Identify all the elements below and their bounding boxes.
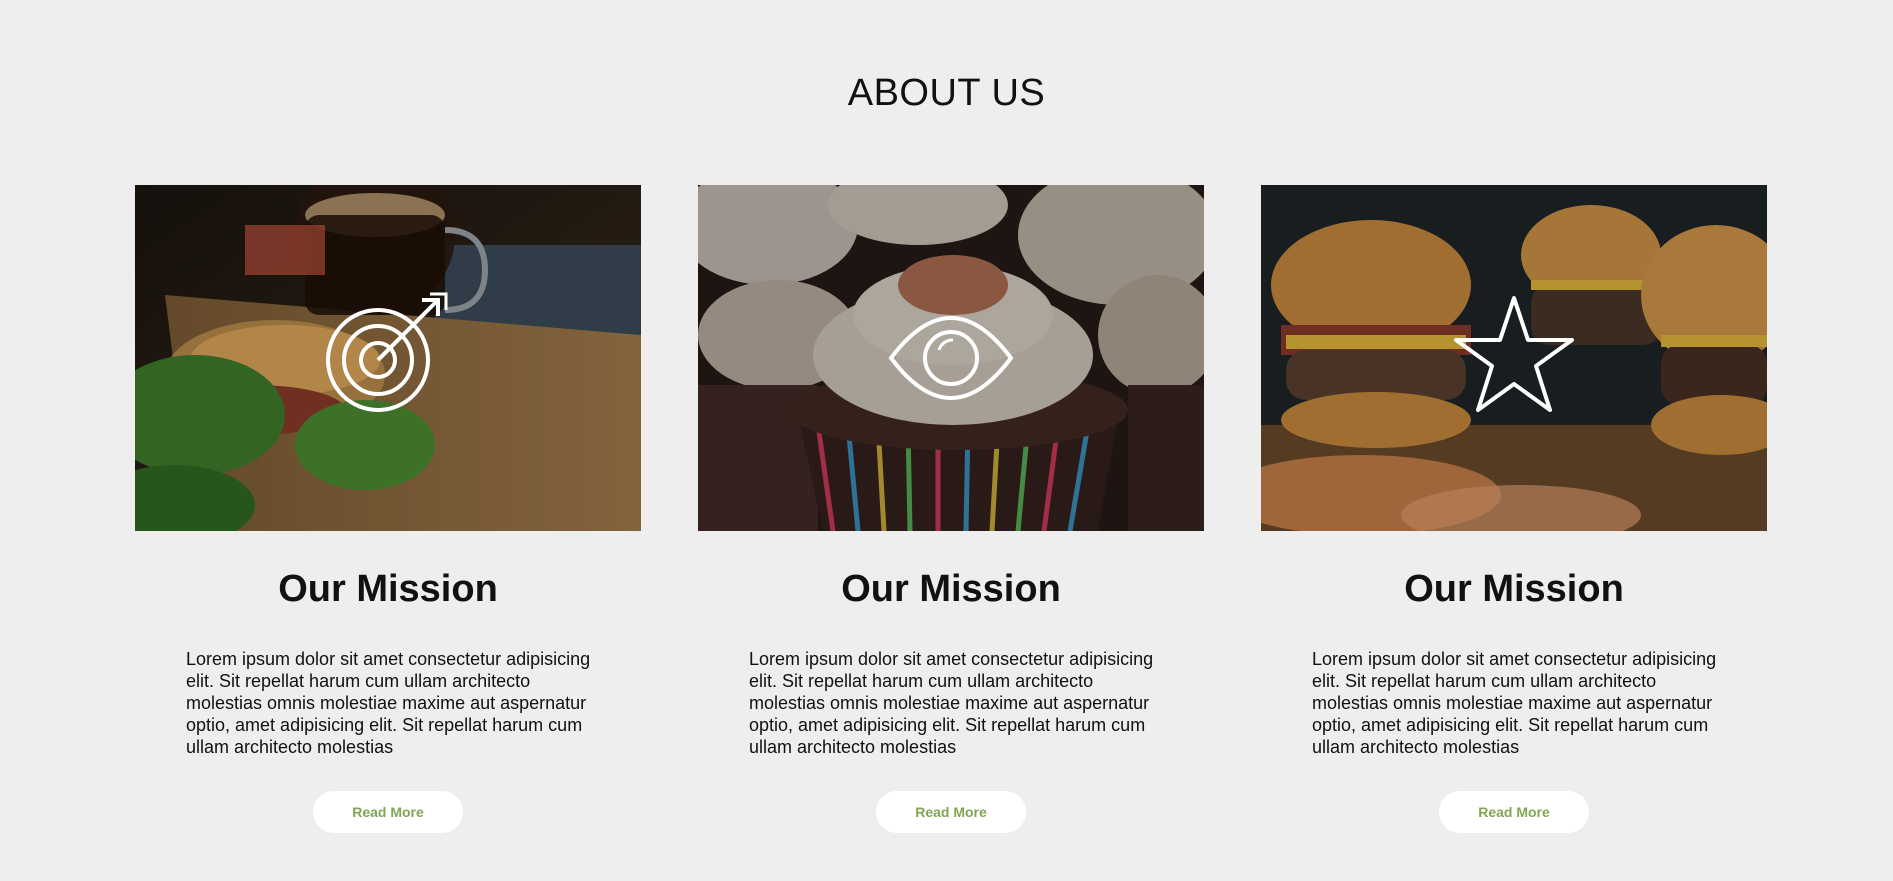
card-description: Lorem ipsum dolor sit amet consectetur a… xyxy=(749,649,1154,757)
about-card-mission-2: Our Mission Lorem ipsum dolor sit amet c… xyxy=(698,185,1204,833)
card-description: Lorem ipsum dolor sit amet consectetur a… xyxy=(1312,649,1717,757)
card-image-cupcakes xyxy=(698,185,1204,531)
target-arrow-icon xyxy=(326,292,448,412)
eye-icon xyxy=(888,316,1014,400)
card-image-burgers xyxy=(1261,185,1767,531)
card-description: Lorem ipsum dolor sit amet consectetur a… xyxy=(186,649,591,757)
card-title: Our Mission xyxy=(841,568,1061,610)
about-card-mission-3: Our Mission Lorem ipsum dolor sit amet c… xyxy=(1261,185,1767,833)
read-more-button[interactable]: Read More xyxy=(1439,791,1589,833)
about-card-mission-1: Our Mission Lorem ipsum dolor sit amet c… xyxy=(135,185,641,833)
read-more-button[interactable]: Read More xyxy=(876,791,1026,833)
star-icon xyxy=(1454,296,1574,412)
card-title: Our Mission xyxy=(1404,568,1624,610)
section-title: ABOUT US xyxy=(847,72,1046,114)
read-more-button[interactable]: Read More xyxy=(313,791,463,833)
card-image-coffee-sandwich xyxy=(135,185,641,531)
card-title: Our Mission xyxy=(278,568,498,610)
